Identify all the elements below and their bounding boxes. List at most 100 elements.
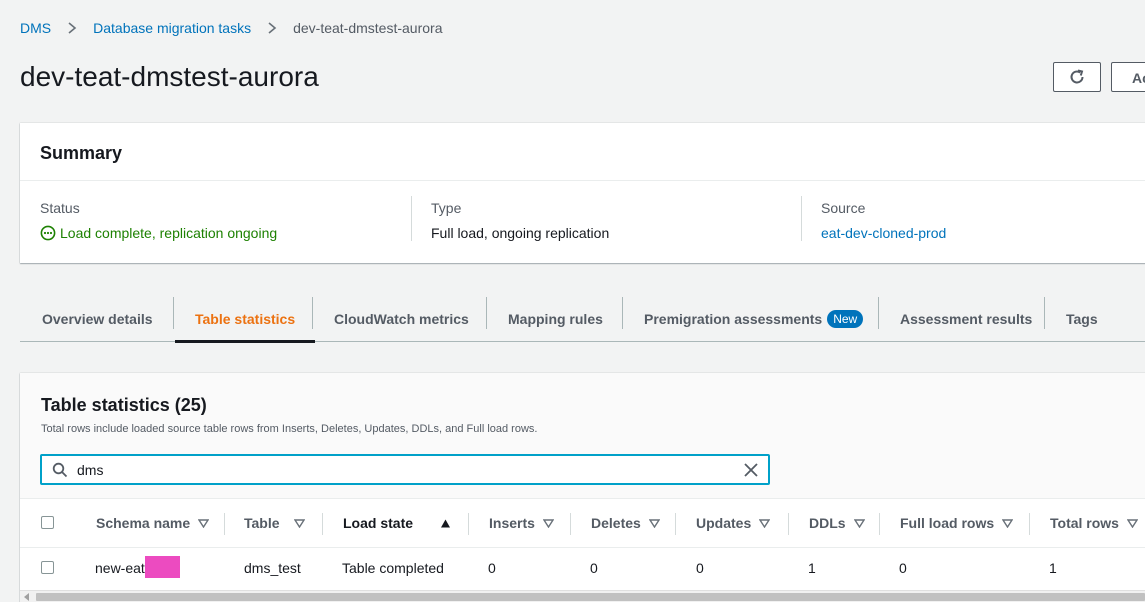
sort-caret-down-icon xyxy=(648,518,660,528)
sort-caret-down-icon xyxy=(759,518,771,528)
column-divider xyxy=(411,196,412,241)
column-divider xyxy=(468,513,469,535)
clear-icon[interactable] xyxy=(744,463,758,477)
table-statistics-title: Table statistics (25) xyxy=(41,395,207,415)
tab-premigration-assessments[interactable]: Premigration assessments New xyxy=(644,296,864,342)
header-row-divider xyxy=(20,547,1145,548)
type-value: Full load, ongoing replication xyxy=(431,225,610,241)
select-all-checkbox[interactable] xyxy=(41,516,54,529)
tab-divider xyxy=(312,297,313,329)
sort-caret-down-icon xyxy=(1126,518,1138,528)
column-label: Table xyxy=(244,515,280,531)
column-divider xyxy=(788,513,789,535)
column-header-full-load-rows[interactable]: Full load rows xyxy=(900,499,1014,547)
column-divider xyxy=(879,513,880,535)
sort-caret-down-icon xyxy=(198,518,210,528)
summary-panel: Summary Status Load complete, replicatio… xyxy=(20,123,1145,263)
column-header-updates[interactable]: Updates xyxy=(696,499,771,547)
tab-premigration-label: Premigration assessments xyxy=(644,311,823,327)
tab-divider xyxy=(878,297,879,329)
type-column: Type Full load, ongoing replication xyxy=(411,181,610,263)
column-label: Full load rows xyxy=(900,515,995,531)
column-header-ddls[interactable]: DDLs xyxy=(809,499,865,547)
summary-title: Summary xyxy=(40,143,123,163)
column-label: Load state xyxy=(343,515,414,531)
column-header-schema-name[interactable]: Schema name xyxy=(96,499,210,547)
status-in-progress-icon xyxy=(40,225,56,241)
tab-divider xyxy=(173,297,174,329)
tab-table-statistics[interactable]: Table statistics xyxy=(174,296,316,343)
tab-divider xyxy=(622,297,623,329)
status-value-row: Load complete, replication ongoing xyxy=(40,224,277,242)
cell-schema-name: new-eat xyxy=(95,556,180,579)
summary-header: Summary xyxy=(20,123,1145,181)
breadcrumb: DMS Database migration tasks dev-teat-dm… xyxy=(20,19,443,37)
column-divider xyxy=(322,513,323,535)
horizontal-scrollbar[interactable] xyxy=(20,590,1145,602)
cell-ddls: 1 xyxy=(808,560,816,576)
breadcrumb-migration-tasks[interactable]: Database migration tasks xyxy=(93,20,251,36)
schema-name-text: new-eat xyxy=(95,560,145,576)
breadcrumb-current: dev-teat-dmstest-aurora xyxy=(293,20,443,36)
refresh-icon xyxy=(1070,69,1084,84)
tab-tags[interactable]: Tags xyxy=(1066,296,1098,342)
tab-overview-details[interactable]: Overview details xyxy=(42,296,153,342)
cell-updates: 0 xyxy=(696,560,704,576)
tab-cloudwatch-metrics[interactable]: CloudWatch metrics xyxy=(334,296,469,342)
column-header-total-rows[interactable]: Total rows xyxy=(1050,499,1138,547)
tab-bar: Overview details Table statistics CloudW… xyxy=(20,296,1145,343)
column-label: Schema name xyxy=(96,515,191,531)
sort-caret-down-icon xyxy=(853,518,865,528)
column-label: DDLs xyxy=(809,515,846,531)
column-label: Total rows xyxy=(1050,515,1119,531)
refresh-button[interactable] xyxy=(1053,62,1101,92)
tab-assessment-results[interactable]: Assessment results xyxy=(900,296,1032,342)
type-label: Type xyxy=(431,200,462,216)
search-box xyxy=(40,454,770,485)
actions-button[interactable]: Ac xyxy=(1111,62,1145,92)
scrollbar-thumb[interactable] xyxy=(36,593,1145,601)
row-select-checkbox[interactable] xyxy=(41,561,54,574)
table-statistics-panel: Table statistics (25) Total rows include… xyxy=(20,373,1145,602)
search-input[interactable] xyxy=(77,461,717,478)
column-header-table[interactable]: Table xyxy=(244,499,305,547)
cell-table: dms_test xyxy=(244,560,301,576)
column-divider xyxy=(675,513,676,535)
search-icon xyxy=(52,462,68,477)
breadcrumb-dms[interactable]: DMS xyxy=(20,20,51,36)
source-column: Source eat-dev-cloned-prod xyxy=(801,181,946,263)
column-header-inserts[interactable]: Inserts xyxy=(489,499,554,547)
tab-divider xyxy=(1044,297,1045,329)
table-statistics-description: Total rows include loaded source table r… xyxy=(41,423,538,435)
column-label: Deletes xyxy=(591,515,641,531)
sort-caret-down-icon xyxy=(293,518,305,528)
cell-load-state: Table completed xyxy=(342,560,444,576)
sort-caret-down-icon xyxy=(542,518,554,528)
column-label: Inserts xyxy=(489,515,535,531)
column-header-load-state[interactable]: Load state xyxy=(343,499,451,547)
status-label: Status xyxy=(40,200,80,216)
column-header-deletes[interactable]: Deletes xyxy=(591,499,660,547)
sort-caret-down-icon xyxy=(1002,518,1014,528)
tab-divider xyxy=(486,297,487,329)
cell-inserts: 0 xyxy=(488,560,496,576)
column-label: Updates xyxy=(696,515,752,531)
status-column: Status Load complete, replication ongoin… xyxy=(40,181,277,263)
cell-total-rows: 1 xyxy=(1049,560,1057,576)
column-divider xyxy=(224,513,225,535)
column-divider xyxy=(1029,513,1030,535)
status-value: Load complete, replication ongoing xyxy=(60,225,278,241)
sort-ascending-icon xyxy=(441,519,451,527)
column-divider xyxy=(570,513,571,535)
source-label: Source xyxy=(821,200,866,216)
chevron-right-icon xyxy=(268,22,277,34)
chevron-right-icon xyxy=(68,22,77,34)
column-divider xyxy=(801,196,802,241)
new-badge: New xyxy=(827,310,864,328)
source-link[interactable]: eat-dev-cloned-prod xyxy=(821,224,946,242)
redaction-block xyxy=(144,556,180,579)
tab-mapping-rules[interactable]: Mapping rules xyxy=(508,296,603,342)
scroll-left-arrow-icon[interactable] xyxy=(24,593,30,601)
cell-deletes: 0 xyxy=(590,560,598,576)
page-title: dev-teat-dmstest-aurora xyxy=(20,61,319,92)
